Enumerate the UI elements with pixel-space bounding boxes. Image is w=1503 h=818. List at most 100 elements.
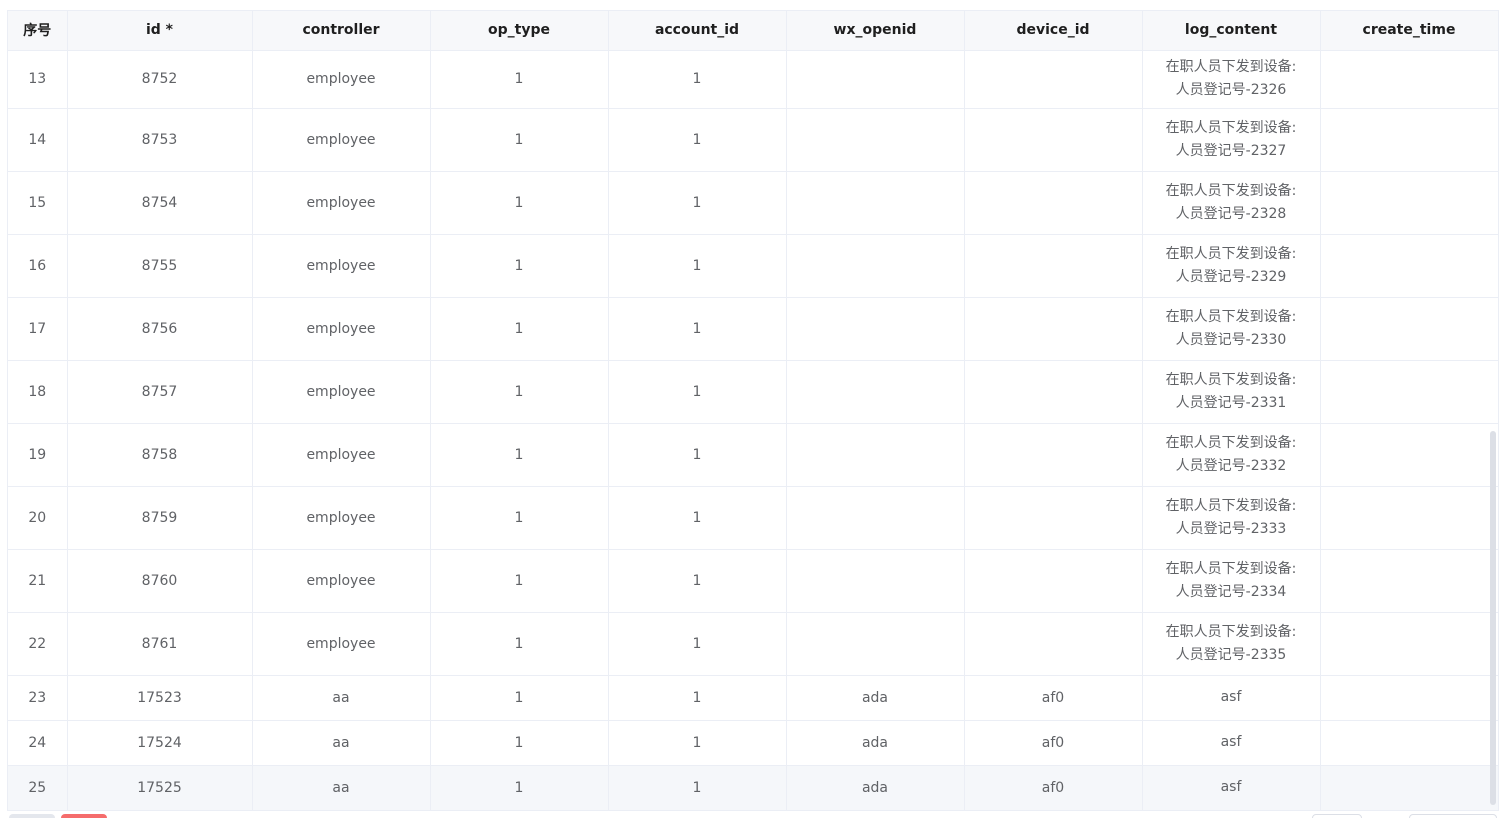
table-row[interactable]: 25 17525 aa 1 1 ada af0 asf	[8, 765, 1499, 811]
cell-create-time	[1320, 108, 1499, 172]
cell-op-type: 1	[430, 171, 609, 235]
cell-id: 17524	[67, 720, 253, 766]
cell-device-id	[964, 612, 1143, 676]
log-content-line-1: 在职人员下发到设备:	[1165, 434, 1297, 451]
cell-log-content: 在职人员下发到设备: 人员登记号-2330	[1142, 297, 1321, 361]
cell-op-type: 1	[430, 423, 609, 487]
table-header: 序号 id * controller op_type account_id wx…	[8, 11, 1499, 51]
cell-id: 17523	[67, 675, 253, 721]
cell-create-time	[1320, 486, 1499, 550]
cell-seq: 21	[8, 549, 68, 613]
cell-id: 8757	[67, 360, 253, 424]
cell-account-id: 1	[608, 720, 787, 766]
cell-wx-openid	[786, 486, 965, 550]
cell-controller: employee	[252, 360, 431, 424]
cell-account-id: 1	[608, 108, 787, 172]
footer-button-secondary[interactable]	[9, 814, 55, 818]
cell-log-content: 在职人员下发到设备: 人员登记号-2334	[1142, 549, 1321, 613]
cell-seq: 23	[8, 675, 68, 721]
pagination-size-select[interactable]	[1312, 814, 1362, 818]
log-content-line-2: 人员登记号-2329	[1175, 268, 1287, 285]
cell-controller: employee	[252, 234, 431, 298]
cell-op-type: 1	[430, 612, 609, 676]
column-header-seq[interactable]: 序号	[8, 11, 68, 51]
cell-id: 8754	[67, 171, 253, 235]
log-content-line-2: 人员登记号-2328	[1175, 205, 1287, 222]
log-content-line-2: 人员登记号-2327	[1175, 142, 1287, 159]
column-header-id[interactable]: id *	[67, 11, 253, 51]
cell-op-type: 1	[430, 234, 609, 298]
table-row[interactable]: 19 8758 employee 1 1 在职人员下发到设备: 人员登记号-2332	[8, 423, 1499, 487]
cell-controller: employee	[252, 612, 431, 676]
cell-account-id: 1	[608, 612, 787, 676]
pagination-jumper[interactable]	[1409, 814, 1497, 818]
cell-wx-openid: ada	[786, 675, 965, 721]
cell-create-time	[1320, 612, 1499, 676]
table-row[interactable]: 23 17523 aa 1 1 ada af0 asf	[8, 675, 1499, 721]
cell-controller: aa	[252, 675, 431, 721]
cell-create-time	[1320, 720, 1499, 766]
table-body: 13 8752 employee 1 1 在职人员下发到设备: 人员登记号-2326 14 87…	[8, 50, 1499, 811]
cell-account-id: 1	[608, 50, 787, 109]
cell-create-time	[1320, 765, 1499, 811]
cell-log-content: asf	[1142, 720, 1321, 766]
cell-device-id	[964, 549, 1143, 613]
cell-op-type: 1	[430, 108, 609, 172]
table-row[interactable]: 20 8759 employee 1 1 在职人员下发到设备: 人员登记号-2333	[8, 486, 1499, 550]
cell-device-id	[964, 486, 1143, 550]
cell-seq: 15	[8, 171, 68, 235]
column-header-op-type[interactable]: op_type	[430, 11, 609, 51]
column-header-wx-openid[interactable]: wx_openid	[786, 11, 965, 51]
log-content-line-2: 人员登记号-2335	[1175, 646, 1287, 663]
column-header-controller[interactable]: controller	[252, 11, 431, 51]
table-row[interactable]: 14 8753 employee 1 1 在职人员下发到设备: 人员登记号-2327	[8, 108, 1499, 172]
cell-controller: employee	[252, 297, 431, 361]
log-content-line-1: 在职人员下发到设备:	[1165, 182, 1297, 199]
cell-controller: employee	[252, 423, 431, 487]
cell-op-type: 1	[430, 675, 609, 721]
log-content-line-1: 在职人员下发到设备:	[1165, 119, 1297, 136]
column-header-log-content[interactable]: log_content	[1142, 11, 1321, 51]
vertical-scrollbar[interactable]	[1490, 431, 1496, 805]
table-row[interactable]: 15 8754 employee 1 1 在职人员下发到设备: 人员登记号-2328	[8, 171, 1499, 235]
column-header-account-id[interactable]: account_id	[608, 11, 787, 51]
cell-seq: 18	[8, 360, 68, 424]
table-row[interactable]: 17 8756 employee 1 1 在职人员下发到设备: 人员登记号-2330	[8, 297, 1499, 361]
cell-op-type: 1	[430, 50, 609, 109]
table-row[interactable]: 18 8757 employee 1 1 在职人员下发到设备: 人员登记号-2331	[8, 360, 1499, 424]
cell-id: 8753	[67, 108, 253, 172]
table-row[interactable]: 16 8755 employee 1 1 在职人员下发到设备: 人员登记号-2329	[8, 234, 1499, 298]
data-table-page: 序号 id * controller op_type account_id wx…	[0, 0, 1503, 818]
cell-device-id	[964, 50, 1143, 109]
cell-op-type: 1	[430, 549, 609, 613]
table-row[interactable]: 13 8752 employee 1 1 在职人员下发到设备: 人员登记号-2326	[8, 50, 1499, 109]
cell-wx-openid	[786, 171, 965, 235]
cell-log-content: 在职人员下发到设备: 人员登记号-2326	[1142, 50, 1321, 109]
column-header-create-time[interactable]: create_time	[1320, 11, 1499, 51]
cell-log-content: 在职人员下发到设备: 人员登记号-2332	[1142, 423, 1321, 487]
table-row[interactable]: 22 8761 employee 1 1 在职人员下发到设备: 人员登记号-2335	[8, 612, 1499, 676]
cell-create-time	[1320, 675, 1499, 721]
log-content-line-1: 在职人员下发到设备:	[1165, 245, 1297, 262]
table-row[interactable]: 21 8760 employee 1 1 在职人员下发到设备: 人员登记号-2334	[8, 549, 1499, 613]
cell-device-id: af0	[964, 675, 1143, 721]
cell-wx-openid	[786, 50, 965, 109]
cell-seq: 14	[8, 108, 68, 172]
table-container: 序号 id * controller op_type account_id wx…	[7, 10, 1499, 811]
table-row[interactable]: 24 17524 aa 1 1 ada af0 asf	[8, 720, 1499, 766]
cell-account-id: 1	[608, 486, 787, 550]
cell-seq: 24	[8, 720, 68, 766]
footer-button-delete[interactable]	[61, 814, 107, 818]
cell-wx-openid	[786, 360, 965, 424]
cell-op-type: 1	[430, 486, 609, 550]
cell-id: 8759	[67, 486, 253, 550]
cell-create-time	[1320, 234, 1499, 298]
cell-create-time	[1320, 50, 1499, 109]
cell-account-id: 1	[608, 297, 787, 361]
log-content-line-2: 人员登记号-2326	[1175, 82, 1287, 98]
column-header-device-id[interactable]: device_id	[964, 11, 1143, 51]
cell-op-type: 1	[430, 360, 609, 424]
cell-seq: 13	[8, 50, 68, 109]
cell-log-content: 在职人员下发到设备: 人员登记号-2328	[1142, 171, 1321, 235]
cell-controller: aa	[252, 765, 431, 811]
